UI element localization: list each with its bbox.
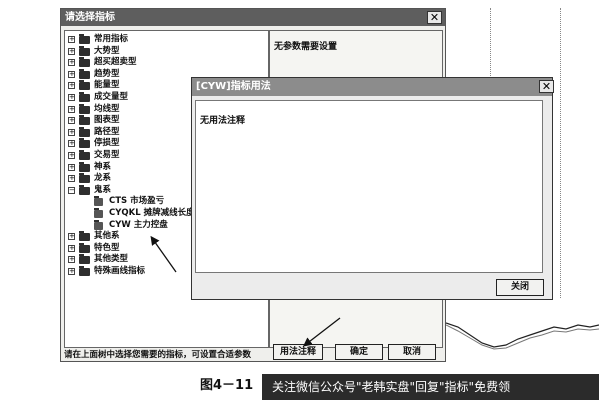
arrow-to-usage-button	[302, 317, 341, 347]
annotation-arrows	[150, 235, 341, 347]
promo-banner: 关注微信公众号"老韩实盘"回复"指标"免费领	[262, 374, 599, 400]
arrow-to-cyw	[150, 235, 177, 273]
figure-caption: 图4－11	[200, 378, 254, 393]
